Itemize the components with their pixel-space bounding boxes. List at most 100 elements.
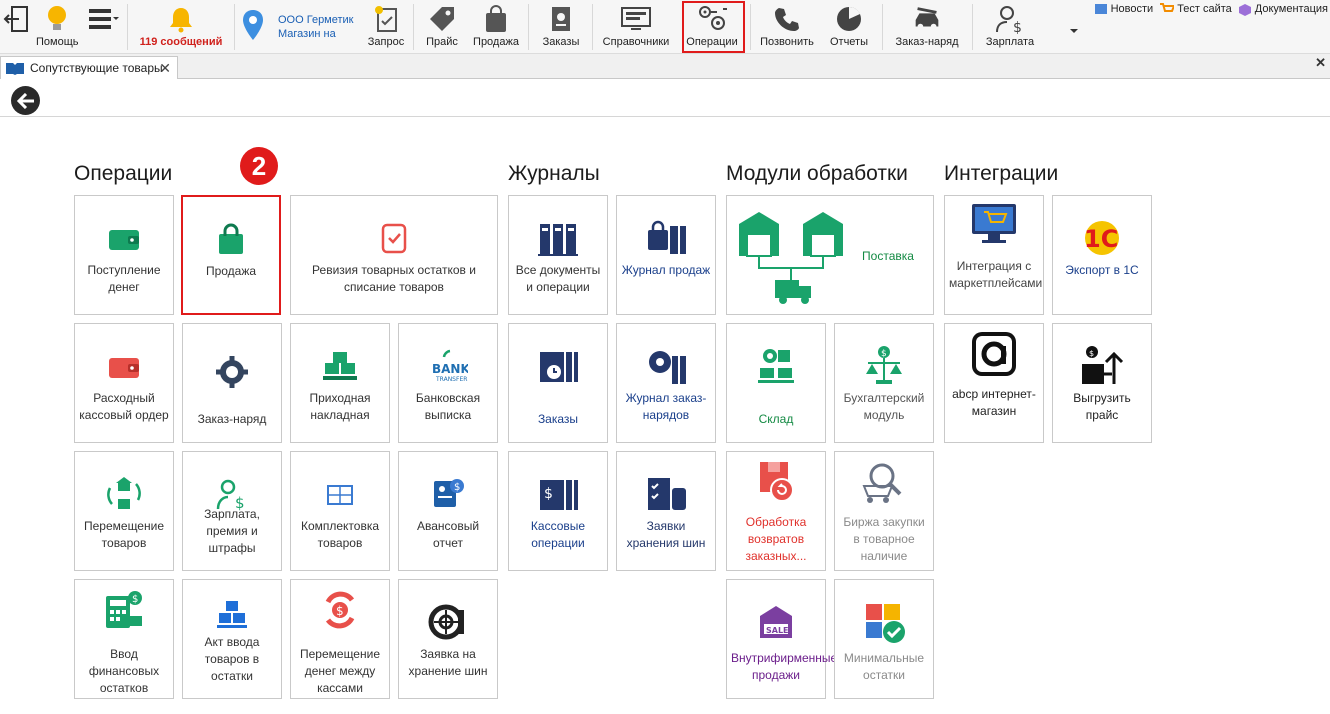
help-label: Помощь <box>36 36 79 48</box>
cube-icon <box>1238 3 1251 16</box>
salary-toolbar-button[interactable]: $ Зарплата <box>978 0 1042 54</box>
tile-advance[interactable]: $ Авансовый отчет <box>398 451 498 571</box>
lightbulb-icon <box>40 2 74 36</box>
docs-link[interactable]: Документация <box>1238 3 1328 16</box>
menu-button[interactable] <box>84 0 122 54</box>
tile-warehouse[interactable]: Склад <box>726 323 826 443</box>
tile-upload-price[interactable]: $ Выгрузить прайс <box>1052 323 1152 443</box>
tile-stock-act[interactable]: Акт ввода товаров в остатки <box>182 579 282 699</box>
tile-receipt[interactable]: Приходная накладная <box>290 323 390 443</box>
toolbar-overflow-button[interactable] <box>1066 0 1082 54</box>
sale-toolbar-button[interactable]: Продажа <box>470 0 522 54</box>
back-arrow-button[interactable] <box>11 86 40 115</box>
tab-title: Сопутствующие товары <box>30 61 163 75</box>
main-toolbar: Помощь 119 сообщений ООО Герметик Магазин… <box>0 0 1330 54</box>
close-tab-icon[interactable]: ✕ <box>159 60 171 77</box>
tile-bank-label: Банковская выписка <box>415 391 481 422</box>
bag-binders-icon <box>617 216 715 260</box>
request-button[interactable]: Запрос <box>364 0 408 54</box>
toolbar-separator <box>972 4 973 50</box>
tile-marketplace[interactable]: Интеграция с маркетплейсами <box>944 195 1044 315</box>
tile-accounting[interactable]: $ Бухгалтерский модуль <box>834 323 934 443</box>
company-name: ООО Герметик <box>278 14 354 26</box>
tile-returns[interactable]: Обработка возвратов заказных... <box>726 451 826 571</box>
tile-tire-requests-label: Заявки хранения шин <box>626 519 706 550</box>
car-wrench-icon <box>910 2 944 36</box>
references-label: Справочники <box>602 36 670 48</box>
tile-bank[interactable]: BANK TRANSFER Банковская выписка <box>398 323 498 443</box>
toolbar-separator <box>234 4 235 50</box>
tile-export-1c[interactable]: 1С Экспорт в 1С <box>1052 195 1152 315</box>
tile-money-in-label: Поступление денег <box>87 263 161 294</box>
tile-money-in[interactable]: Поступление денег <box>74 195 174 315</box>
tile-exchange-label: Биржа закупки в товарное наличие <box>843 515 925 563</box>
price-button[interactable]: Прайс <box>418 0 466 54</box>
tile-kitting[interactable]: Комплектовка товаров <box>290 451 390 571</box>
tile-move-goods[interactable]: Перемещение товаров <box>74 451 174 571</box>
tile-supply[interactable]: Поставка <box>726 195 934 315</box>
news-label: Новости <box>1110 3 1154 15</box>
tile-receipt-label: Приходная накладная <box>309 391 371 422</box>
svg-text:$: $ <box>336 604 344 618</box>
svg-text:1С: 1С <box>1084 225 1118 253</box>
tab-related-goods[interactable]: Сопутствующие товары ✕ <box>0 56 178 79</box>
svg-text:$: $ <box>1013 20 1022 34</box>
tile-internal-sales[interactable]: SALE Внутрифирменные продажи <box>726 579 838 699</box>
news-link[interactable]: Новости <box>1094 3 1154 15</box>
toolbar-separator <box>750 4 751 50</box>
svg-text:BANK: BANK <box>432 362 468 376</box>
close-window-icon[interactable]: ✕ <box>1315 55 1326 71</box>
orders-toolbar-button[interactable]: Заказы <box>536 0 586 54</box>
tile-cash-ops[interactable]: $ Кассовые операции <box>508 451 608 571</box>
logout-icon <box>0 2 34 36</box>
work-order-toolbar-button[interactable]: Заказ-наряд <box>888 0 966 54</box>
tile-sale[interactable]: Продажа <box>181 195 281 315</box>
warehouse-conveyor-icon <box>727 344 825 388</box>
tile-min-stock[interactable]: Минимальные остатки <box>834 579 934 699</box>
gear-icon <box>183 350 281 394</box>
call-button[interactable]: Позвонить <box>756 0 818 54</box>
squares-check-icon <box>835 600 933 644</box>
tile-sales-journal-label: Журнал продаж <box>621 263 711 277</box>
test-site-link[interactable]: Тест сайта <box>1159 3 1232 15</box>
tile-internal-sales-label: Внутрифирменные продажи <box>731 651 838 682</box>
toolbar-separator <box>413 4 414 50</box>
help-button[interactable]: Помощь <box>36 0 79 54</box>
abcp-logo-icon <box>945 332 1043 376</box>
tile-fin-balance-label: Ввод финансовых остатков <box>88 647 160 695</box>
tile-revision[interactable]: Ревизия товарных остатков и списание тов… <box>290 195 498 315</box>
bank-transfer-icon: BANK TRANSFER <box>399 344 497 388</box>
binders-icon <box>509 216 607 260</box>
tile-work-order[interactable]: Заказ-наряд <box>182 323 282 443</box>
warehouse-transfer-icon <box>75 472 173 516</box>
tile-exchange[interactable]: Биржа закупки в товарное наличие <box>834 451 934 571</box>
tile-fin-balance[interactable]: $ Ввод финансовых остатков <box>74 579 174 699</box>
money-exchange-icon: $ <box>291 588 389 632</box>
monitor-icon <box>619 2 653 36</box>
wallet-red-icon <box>75 344 173 388</box>
tile-salary[interactable]: $ Зарплата, премия и штрафы <box>182 451 282 571</box>
svg-text:$: $ <box>132 594 138 605</box>
messages-button[interactable]: 119 сообщений <box>132 0 230 54</box>
tile-orders[interactable]: Заказы <box>508 323 608 443</box>
phone-icon <box>770 2 804 36</box>
search-cart-icon <box>835 460 933 504</box>
tile-all-docs[interactable]: Все документы и операции <box>508 195 608 315</box>
tile-sales-journal[interactable]: Журнал продаж <box>616 195 716 315</box>
person-money-icon: $ <box>993 2 1027 36</box>
tile-abcp[interactable]: abcp интернет-магазин <box>944 323 1044 443</box>
bell-icon <box>164 2 198 36</box>
book-icon <box>6 63 24 75</box>
tile-cash-move[interactable]: $ Перемещение денег между кассами <box>290 579 390 699</box>
messages-count: 119 сообщений <box>139 36 223 48</box>
tile-tire-request[interactable]: Заявка на хранение шин <box>398 579 498 699</box>
tile-tire-requests[interactable]: Заявки хранения шин <box>616 451 716 571</box>
logout-button[interactable] <box>0 0 34 54</box>
tile-cash-move-label: Перемещение денег между кассами <box>300 647 380 695</box>
reports-button[interactable]: Отчеты <box>822 0 876 54</box>
section-title-journals: Журналы <box>508 162 600 185</box>
tile-work-orders-journal[interactable]: Журнал заказ-нарядов <box>616 323 716 443</box>
references-button[interactable]: Справочники <box>598 0 674 54</box>
tile-cash-out[interactable]: Расходный кассовый ордер <box>74 323 174 443</box>
tile-upload-price-label: Выгрузить прайс <box>1073 391 1131 422</box>
